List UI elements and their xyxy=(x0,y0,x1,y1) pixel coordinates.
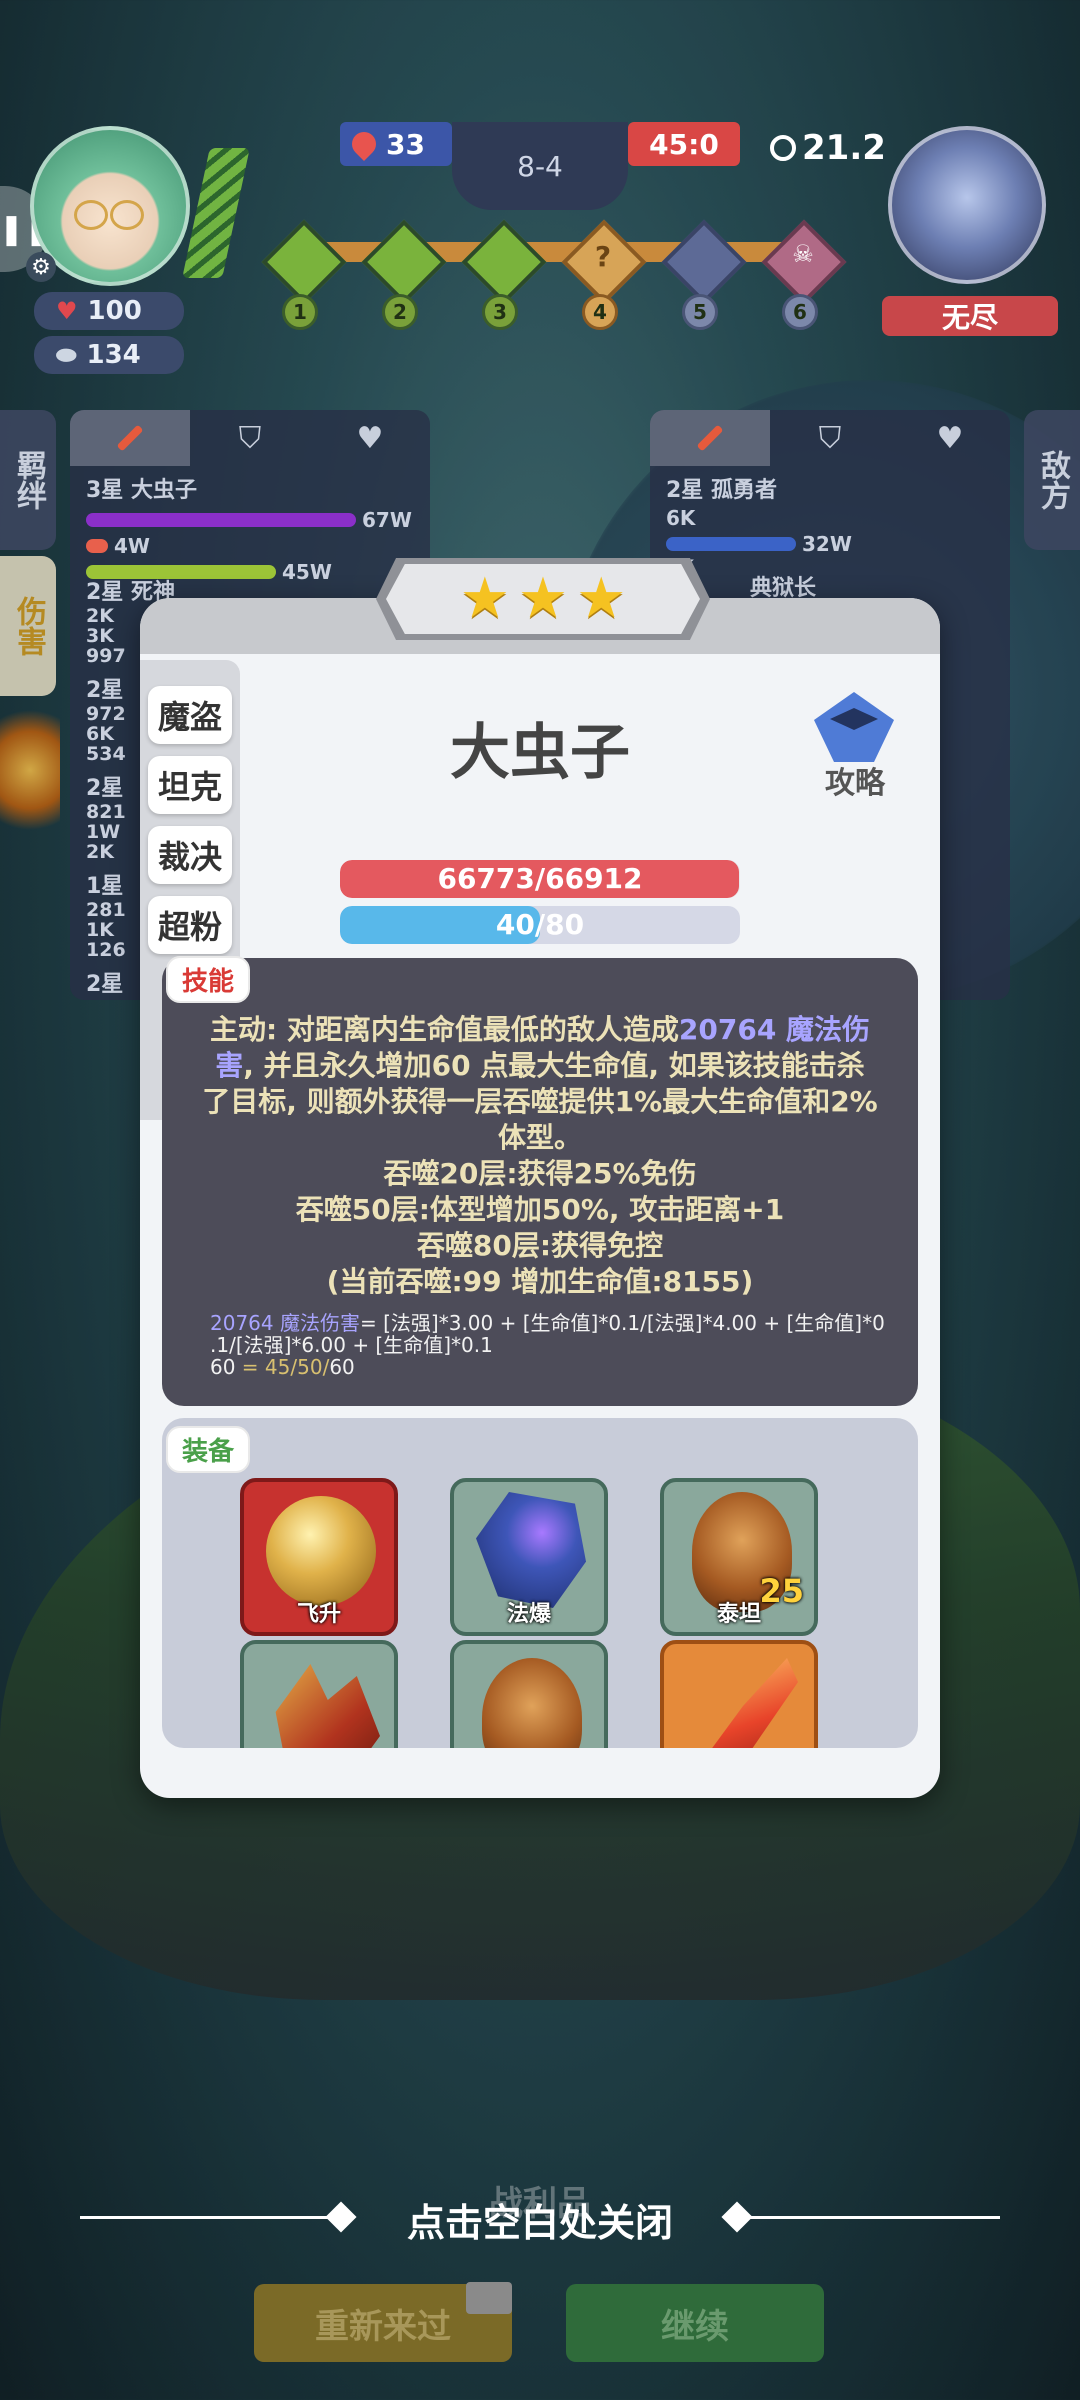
fire-icon xyxy=(347,127,381,161)
close-hint: 点击空白处关闭 xyxy=(406,2201,673,2245)
attack-filter-tab[interactable] xyxy=(70,410,190,466)
node-num-5: 5 xyxy=(682,294,718,330)
dragon-claw-icon xyxy=(275,1664,380,1748)
star-banner-inner: ★ ★ ★ xyxy=(386,564,700,634)
bronze-mask-icon xyxy=(482,1658,582,1748)
stage-node-3 xyxy=(461,219,547,305)
stage-node-5 xyxy=(661,219,747,305)
trait-tab-superfan[interactable]: 超粉 xyxy=(148,896,232,954)
settings-icon[interactable]: ⚙ xyxy=(26,252,56,282)
equip-badge: 装备 xyxy=(166,1426,251,1473)
skill-text: 主动: 对距离内生命值最低的敌人造成20764 魔法伤 害, 并且永久增加60 … xyxy=(202,1013,878,1298)
flame-blade-icon xyxy=(699,1658,798,1748)
equip-item-3[interactable]: 25 泰坦 xyxy=(660,1478,818,1636)
defense-filter-tab[interactable]: ⛉ xyxy=(190,410,310,466)
unit-name: 大虫子 xyxy=(450,718,630,788)
stage-node-2 xyxy=(361,219,447,305)
enemy-defense-filter-tab[interactable]: ⛉ xyxy=(770,410,890,466)
guide-button[interactable]: 攻略 xyxy=(800,686,910,801)
blue-gauntlet-icon xyxy=(476,1492,586,1608)
stage-nodes: ? ☠ 1 2 3 4 5 6 xyxy=(261,219,847,342)
hp-text: 66773/66912 xyxy=(437,862,643,895)
heart-icon: ♥ xyxy=(56,297,78,325)
skull-icon: ☠ xyxy=(792,240,814,268)
enemy-attack-filter-tab[interactable] xyxy=(650,410,770,466)
bond-tab[interactable]: 羁绊 xyxy=(0,410,56,550)
equip-item-6[interactable] xyxy=(660,1640,818,1748)
timer: 21.2 xyxy=(770,126,890,170)
node-num-4: 4 xyxy=(582,294,618,330)
golden-orb-icon xyxy=(266,1496,376,1606)
equip-item-4[interactable] xyxy=(240,1640,398,1748)
video-icon xyxy=(466,2282,512,2314)
equipment-box: 装备 飞升 法爆 25 泰坦 xyxy=(162,1418,918,1748)
equip-item-1[interactable]: 飞升 xyxy=(240,1478,398,1636)
node-num-3: 3 xyxy=(482,294,518,330)
timer-icon xyxy=(770,135,796,161)
skill-badge: 技能 xyxy=(166,956,251,1003)
damage-tab[interactable]: 伤害 xyxy=(0,556,56,696)
skill-formula: 20764 魔法伤害= [法强]*3.00 + [生命值]*0.1/[法强]*4… xyxy=(210,1311,885,1379)
left-row-1: 3星 大虫子 67W 4W 45W xyxy=(86,478,412,584)
right-tab-bar: ⛉ ♥ xyxy=(650,410,1010,466)
trait-tab-rogue[interactable]: 魔盗 xyxy=(148,686,232,744)
star-icon: ★ xyxy=(517,566,569,631)
question-icon: ? xyxy=(594,240,612,273)
skill-box: 技能 主动: 对距离内生命值最低的敌人造成20764 魔法伤 害, 并且永久增加… xyxy=(162,956,918,1406)
enemy-heal-filter-tab[interactable]: ♥ xyxy=(890,410,1010,466)
hp-value: 100 xyxy=(87,296,142,326)
close-hint-line-right xyxy=(740,2216,1000,2219)
star-icon: ★ xyxy=(576,566,627,631)
equip-item-5[interactable] xyxy=(450,1640,608,1748)
node-num-2: 2 xyxy=(382,294,418,330)
shield-icon: ⛉ xyxy=(238,420,262,456)
star-icon: ★ xyxy=(459,566,510,631)
enemy-tab[interactable]: 敌方 xyxy=(1024,410,1080,550)
coin-icon: ⬬ xyxy=(56,341,77,369)
stage-node-1 xyxy=(261,219,347,305)
hp-pill: ♥ 100 xyxy=(34,292,184,330)
sword-icon xyxy=(696,424,724,452)
left-tab-bar: ⛉ ♥ xyxy=(70,410,430,466)
stage-label: 8-4 xyxy=(452,122,628,210)
continue-button[interactable]: 继续 xyxy=(566,2284,824,2362)
shield-icon: ⛉ xyxy=(818,420,842,456)
enemy-mode-badge: 无尽 xyxy=(882,296,1058,336)
coin-value: 134 xyxy=(86,340,141,370)
heal-filter-tab[interactable]: ♥ xyxy=(310,410,430,466)
node-num-6: 6 xyxy=(782,294,818,330)
score-pill: 45:0 xyxy=(628,122,740,166)
fire-count-pill: 33 xyxy=(340,122,452,166)
equip-item-2[interactable]: 法爆 xyxy=(450,1478,608,1636)
sword-icon xyxy=(116,424,144,452)
heart-outline-icon: ♥ xyxy=(936,420,964,456)
close-hint-line-left xyxy=(80,2216,340,2219)
trait-tab-tank[interactable]: 坦克 xyxy=(148,756,232,814)
mana-text: 40/80 xyxy=(495,908,585,941)
enemy-avatar[interactable] xyxy=(888,126,1046,284)
coin-pill: ⬬ 134 xyxy=(34,336,184,374)
node-num-1: 1 xyxy=(282,294,318,330)
trait-tab-judge[interactable]: 裁决 xyxy=(148,826,232,884)
heart-outline-icon: ♥ xyxy=(356,420,384,456)
right-row-1: 2星 孤勇者 6K 32W 1K xyxy=(666,478,852,578)
